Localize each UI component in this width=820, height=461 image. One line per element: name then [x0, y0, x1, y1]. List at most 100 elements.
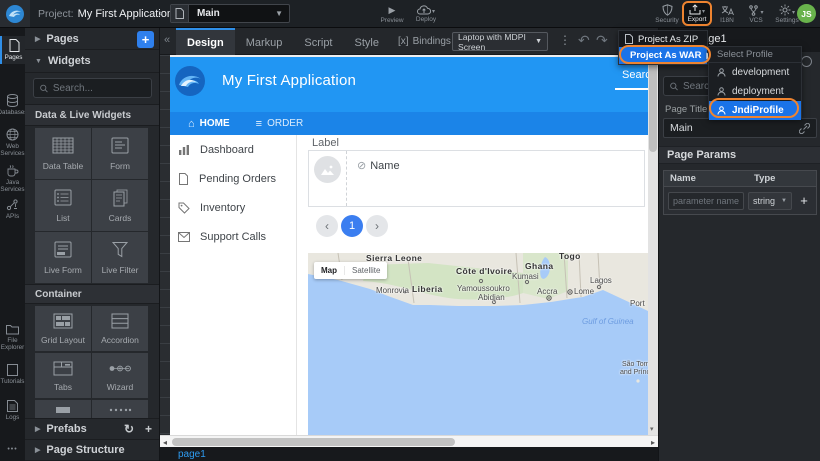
device-selector-dropdown[interactable]: Laptop with MDPI Screen ▼	[452, 32, 548, 51]
widget-tile-cropped-2[interactable]	[92, 400, 148, 418]
brand-logo[interactable]	[0, 0, 30, 27]
chevron-down-icon: ▼	[535, 38, 542, 45]
widget-tile-live-form[interactable]: Live Form	[35, 232, 91, 283]
widgets-section-header[interactable]: ▼ Widgets	[25, 50, 160, 73]
chevron-down-icon: ▼	[275, 9, 289, 18]
widget-tile-form[interactable]: Form	[92, 128, 148, 179]
rail-item-file-explorer[interactable]: File Explorer	[0, 324, 25, 351]
bindings-button[interactable]: [x] Bindings ▾	[398, 28, 458, 55]
widget-tile-tabs[interactable]: Tabs	[35, 353, 91, 398]
pagination-prev-button[interactable]: ‹	[316, 215, 338, 237]
panel-circle-icon[interactable]	[801, 56, 812, 67]
rail-item-web-services[interactable]: Web Services	[0, 128, 25, 157]
tab-design[interactable]: Design	[176, 28, 235, 55]
widget-search[interactable]	[33, 78, 152, 98]
canvas-menu-support-calls[interactable]: Support Calls	[178, 231, 266, 243]
menu-item-development[interactable]: development	[709, 63, 801, 82]
pagination-next-button[interactable]: ›	[366, 215, 388, 237]
project-breadcrumb: Project: My First Application	[38, 0, 173, 27]
page-title-input[interactable]: Main	[663, 118, 817, 138]
scrollbar-thumb[interactable]	[649, 57, 657, 152]
widget-tile-wizard[interactable]: Wizard	[92, 353, 148, 398]
tab-style[interactable]: Style	[344, 28, 390, 55]
map-widget[interactable]: Map Satellite Sierra Leone Monrovia Libe…	[308, 253, 648, 435]
widget-tile-list[interactable]: List	[35, 180, 91, 231]
export-button[interactable]: ▾ Export	[682, 1, 712, 26]
canvas-vertical-scrollbar[interactable]: ▾	[648, 55, 658, 435]
widget-tile-data-table[interactable]: Data Table	[35, 128, 91, 179]
vcs-button[interactable]: ▾ VCS	[742, 2, 770, 26]
nav-home[interactable]: ⌂HOME	[188, 118, 230, 130]
rail-item-logs[interactable]: Logs	[0, 400, 25, 421]
cards-icon	[109, 189, 131, 208]
i18n-button[interactable]: I18N	[714, 2, 740, 26]
param-type-select[interactable]: string ▼	[748, 192, 792, 210]
undo-icon[interactable]: ↶	[578, 32, 590, 49]
rail-more-button[interactable]: •••	[0, 446, 25, 453]
menu-item-project-as-zip[interactable]: Project As ZIP	[619, 31, 707, 47]
widget-tile-cards[interactable]: Cards	[92, 180, 148, 231]
grid-layout-icon	[52, 313, 74, 330]
page-structure-section-header[interactable]: ▶ Page Structure	[25, 440, 160, 461]
rail-item-apis[interactable]: APIs	[0, 198, 25, 220]
security-button[interactable]: Security	[650, 2, 684, 26]
link-icon[interactable]	[799, 123, 810, 134]
widget-tile-live-filter[interactable]: Live Filter	[92, 232, 148, 283]
rail-item-java-services[interactable]: Java Services	[0, 164, 25, 193]
widget-tile-grid-layout[interactable]: Grid Layout	[35, 306, 91, 351]
map-label: and Príncipe	[620, 369, 648, 376]
scroll-right-icon[interactable]: ▸	[651, 438, 655, 447]
param-name-input[interactable]	[668, 192, 744, 210]
menu-item-project-as-war[interactable]: Project As WAR ▶	[619, 47, 707, 64]
map-button[interactable]: Map	[314, 266, 345, 275]
gear-icon	[779, 4, 791, 16]
status-page-name[interactable]: page1	[178, 449, 206, 460]
canvas-search-link[interactable]: Search	[622, 69, 648, 81]
user-avatar[interactable]: JS	[797, 4, 816, 23]
pages-section-header[interactable]: ▶ Pages +	[25, 28, 160, 50]
canvas-horizontal-scrollbar[interactable]: ◂ ▸	[160, 435, 658, 447]
page-selector-dropdown[interactable]: Main ▼	[170, 4, 290, 23]
add-prefab-button[interactable]: +	[145, 422, 152, 436]
redo-icon[interactable]: ↷	[596, 32, 608, 49]
satellite-button[interactable]: Satellite	[345, 266, 387, 275]
scroll-left-icon[interactable]: ◂	[163, 438, 167, 447]
rail-item-pages[interactable]: Pages	[0, 36, 25, 64]
canvas-menu-pending-orders[interactable]: Pending Orders	[178, 173, 276, 185]
pagination-page-1[interactable]: 1	[341, 215, 363, 237]
widget-tile-cropped-1[interactable]	[35, 400, 91, 418]
add-param-button[interactable]: +	[792, 193, 816, 208]
rail-item-databases[interactable]: Databases	[0, 94, 25, 116]
label-widget[interactable]: Label	[312, 137, 339, 149]
scrollbar-thumb[interactable]	[172, 438, 455, 446]
preview-button[interactable]: ▶ Preview	[375, 2, 409, 26]
list-item-card[interactable]: ⊘ Name	[308, 150, 645, 207]
refresh-icon[interactable]: ↻	[124, 422, 134, 436]
collapse-panel-icon[interactable]: «	[164, 34, 170, 46]
i18n-label: I18N	[720, 17, 734, 24]
tab-markup[interactable]: Markup	[235, 28, 294, 55]
canvas-app-header[interactable]: My First Application Search	[170, 57, 648, 112]
deploy-button[interactable]: ▾ Deploy	[406, 2, 446, 26]
page-structure-header-label: Page Structure	[46, 444, 124, 456]
chevron-down-icon: ▾	[432, 8, 435, 15]
scroll-down-icon[interactable]: ▾	[650, 425, 654, 433]
name-field[interactable]: ⊘ Name	[357, 159, 400, 172]
tab-script[interactable]: Script	[293, 28, 343, 55]
tutorials-icon	[7, 364, 18, 376]
widget-search-input[interactable]	[53, 83, 145, 94]
submenu-header: Select Profile	[709, 47, 801, 63]
menu-item-jndiprofile[interactable]: JndiProfile	[709, 101, 801, 120]
canvas-menu-dashboard[interactable]: Dashboard	[178, 144, 254, 156]
map-type-control[interactable]: Map Satellite	[314, 262, 387, 279]
rail-item-tutorials[interactable]: Tutorials	[0, 364, 25, 385]
widget-tile-accordion[interactable]: Accordion	[92, 306, 148, 351]
add-page-button[interactable]: +	[137, 31, 154, 48]
preview-label: Preview	[380, 17, 403, 24]
canvas-menu-inventory[interactable]: Inventory	[178, 202, 245, 214]
more-options-icon[interactable]: ⋮	[559, 33, 571, 47]
nav-order[interactable]: ≡ORDER	[256, 118, 304, 130]
menu-item-deployment[interactable]: deployment	[709, 82, 801, 101]
security-label: Security	[655, 17, 678, 24]
prefabs-section-header[interactable]: ▶ Prefabs ↻ +	[25, 418, 160, 440]
